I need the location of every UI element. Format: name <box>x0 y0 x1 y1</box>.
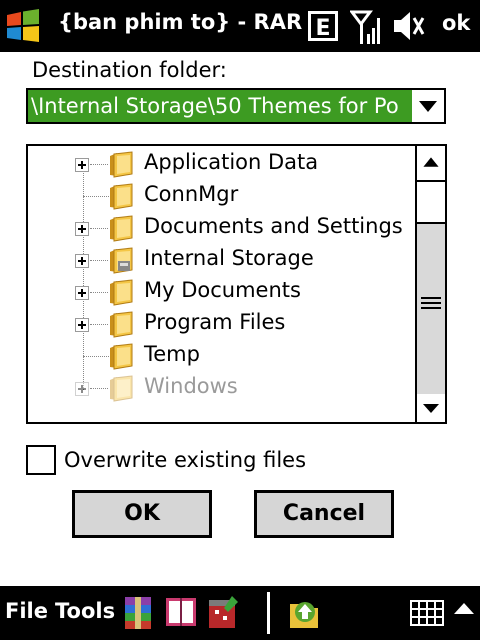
storage-folder-icon <box>108 246 134 274</box>
scroll-down-icon[interactable] <box>417 394 445 422</box>
ok-button[interactable]: ok <box>442 11 470 35</box>
signal-icon[interactable] <box>350 8 384 46</box>
keyboard-icon[interactable] <box>410 600 444 626</box>
tree-item: Windows <box>28 372 418 404</box>
expand-plus-icon[interactable] <box>75 222 89 236</box>
folder-icon <box>108 150 134 178</box>
destination-label: Destination folder: <box>32 58 227 82</box>
tree-scrollbar[interactable] <box>415 146 445 422</box>
folder-icon <box>108 310 134 338</box>
overwrite-checkbox[interactable] <box>26 445 56 475</box>
tree-connector-dots <box>90 164 108 165</box>
expand-plus-icon <box>75 382 89 396</box>
destination-folder-value[interactable]: \Internal Storage\50 Themes for Po <box>28 90 414 122</box>
overwrite-label[interactable]: Overwrite existing files <box>64 448 306 472</box>
tree-connector-dots <box>83 356 109 357</box>
expand-plus-icon[interactable] <box>75 254 89 268</box>
up-folder-icon[interactable] <box>288 594 322 632</box>
tree-item-label: Internal Storage <box>144 246 314 270</box>
folder-icon <box>108 342 134 370</box>
archive-tool-icon[interactable] <box>206 594 240 632</box>
tree-item[interactable]: Program Files <box>28 308 418 340</box>
tree-item[interactable]: ConnMgr <box>28 180 418 212</box>
cancel-button[interactable]: Cancel <box>254 490 394 538</box>
app-title: {ban phim to} - RAR <box>58 10 303 34</box>
tree-connector-dots <box>83 196 109 197</box>
tree-item-label: Temp <box>144 342 200 366</box>
tools-menu[interactable]: Tools <box>55 599 115 623</box>
keyboard-e-icon[interactable]: E <box>306 8 340 44</box>
destination-label-text: Destination folder: <box>32 58 227 82</box>
tree-connector-dots <box>90 228 108 229</box>
winrar-archive-icon[interactable] <box>122 594 154 632</box>
tree-item-label: ConnMgr <box>144 182 239 206</box>
book-icon[interactable] <box>164 594 198 632</box>
tree-connector-dots <box>90 292 108 293</box>
menu-separator <box>267 592 270 634</box>
tree-item-label: Documents and Settings <box>144 214 403 238</box>
tree-connector-dots <box>90 388 108 389</box>
expand-plus-icon[interactable] <box>75 158 89 172</box>
tree-item-label: Program Files <box>144 310 286 334</box>
tree-item-label: Windows <box>144 374 238 398</box>
tree-item-label: My Documents <box>144 278 301 302</box>
tree-item[interactable]: Temp <box>28 340 418 372</box>
file-menu[interactable]: File <box>5 599 48 623</box>
scroll-grip-icon <box>421 297 441 309</box>
folder-icon <box>108 374 134 402</box>
tree-item[interactable]: My Documents <box>28 276 418 308</box>
up-arrow-icon[interactable] <box>452 600 476 616</box>
chevron-down-icon[interactable] <box>412 90 444 122</box>
menu-bar: File Tools <box>0 586 480 640</box>
svg-text:E: E <box>315 16 330 41</box>
tree-connector-dots <box>90 260 108 261</box>
tree-item-label: Application Data <box>144 150 319 174</box>
windows-start-icon[interactable] <box>4 7 42 45</box>
tree-item[interactable]: Documents and Settings <box>28 212 418 244</box>
folder-icon <box>108 182 134 210</box>
folder-icon <box>108 214 134 242</box>
title-bar: {ban phim to} - RAR E ok <box>0 0 480 52</box>
tree-item[interactable]: Application Data <box>28 148 418 180</box>
folder-icon <box>108 278 134 306</box>
ok-button-main[interactable]: OK <box>72 490 212 538</box>
tree-connector-dots <box>90 324 108 325</box>
expand-plus-icon[interactable] <box>75 286 89 300</box>
scroll-up-icon[interactable] <box>417 146 445 182</box>
scroll-thumb[interactable] <box>417 182 445 224</box>
expand-plus-icon[interactable] <box>75 318 89 332</box>
destination-folder-dropdown[interactable]: \Internal Storage\50 Themes for Po <box>26 88 446 124</box>
volume-muted-icon[interactable] <box>392 8 426 44</box>
tree-item[interactable]: Internal Storage <box>28 244 418 276</box>
folder-tree[interactable]: Application Data ConnMgr Documents and Set… <box>26 144 447 424</box>
